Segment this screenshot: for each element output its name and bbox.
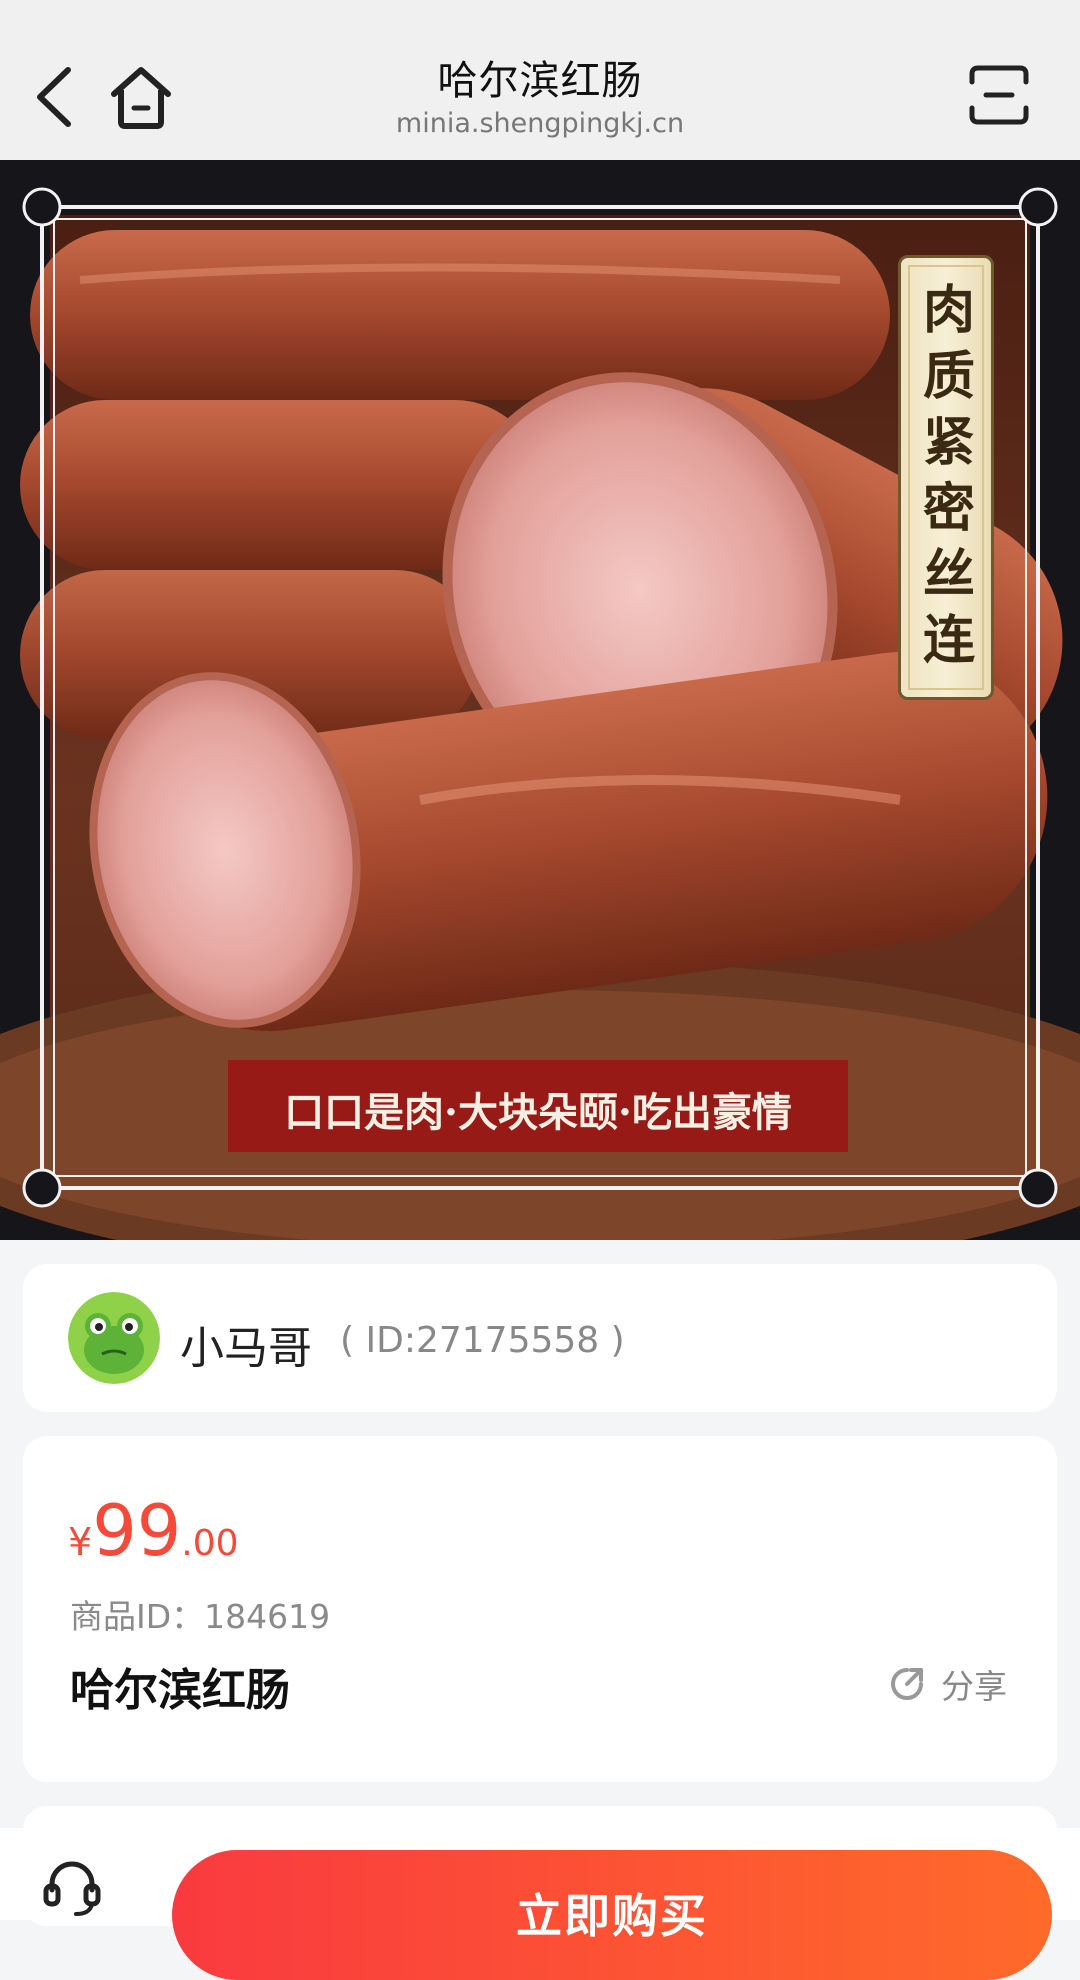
buy-now-label: 立即购买 [516,1889,708,1943]
feature-banner-vertical: 肉 质 紧 密 丝 连 [898,255,994,700]
customer-service-button[interactable] [42,1858,102,1918]
seller-name: 小马哥 [180,1323,312,1374]
avatar[interactable] [68,1292,160,1384]
page-url: minia.shengpingkj.cn [395,108,685,139]
slogan-text: 口口是肉·大块朵颐·吃出豪情 [284,1089,792,1136]
menu-button[interactable] [966,64,1032,126]
seller-id: ( ID:27175558 ) [340,1320,625,1361]
price: ¥99.00 [68,1490,239,1572]
product-name: 哈尔滨红肠 [70,1665,290,1716]
share-label: 分享 [941,1667,1007,1706]
price-integer: 99 [92,1490,182,1572]
frog-avatar-icon [68,1292,160,1384]
price-decimal: .00 [181,1523,239,1564]
page-title: 哈尔滨红肠 [437,58,643,104]
product-image[interactable]: 肉 质 紧 密 丝 连 口口是肉·大块朵颐·吃出豪情 [0,160,1080,1240]
bottom-action-bar: 立即购买 [0,1828,1080,1980]
customer-service-icon [43,1861,101,1916]
slogan-banner: 口口是肉·大块朵颐·吃出豪情 [228,1060,848,1152]
feature-text-vertical: 肉 质 紧 密 丝 连 [922,280,975,671]
product-info-card: ¥99.00 商品ID：184619 哈尔滨红肠 分享 [23,1436,1057,1782]
top-nav-bar: 哈尔滨红肠 minia.shengpingkj.cn [0,0,1080,160]
menu-icon [969,65,1029,125]
share-icon [891,1668,923,1700]
price-symbol: ¥ [68,1520,93,1564]
seller-card[interactable]: 小马哥 ( ID:27175558 ) [23,1264,1057,1412]
product-id: 商品ID：184619 [70,1597,331,1636]
buy-now-button[interactable]: 立即购买 [172,1850,1052,1980]
